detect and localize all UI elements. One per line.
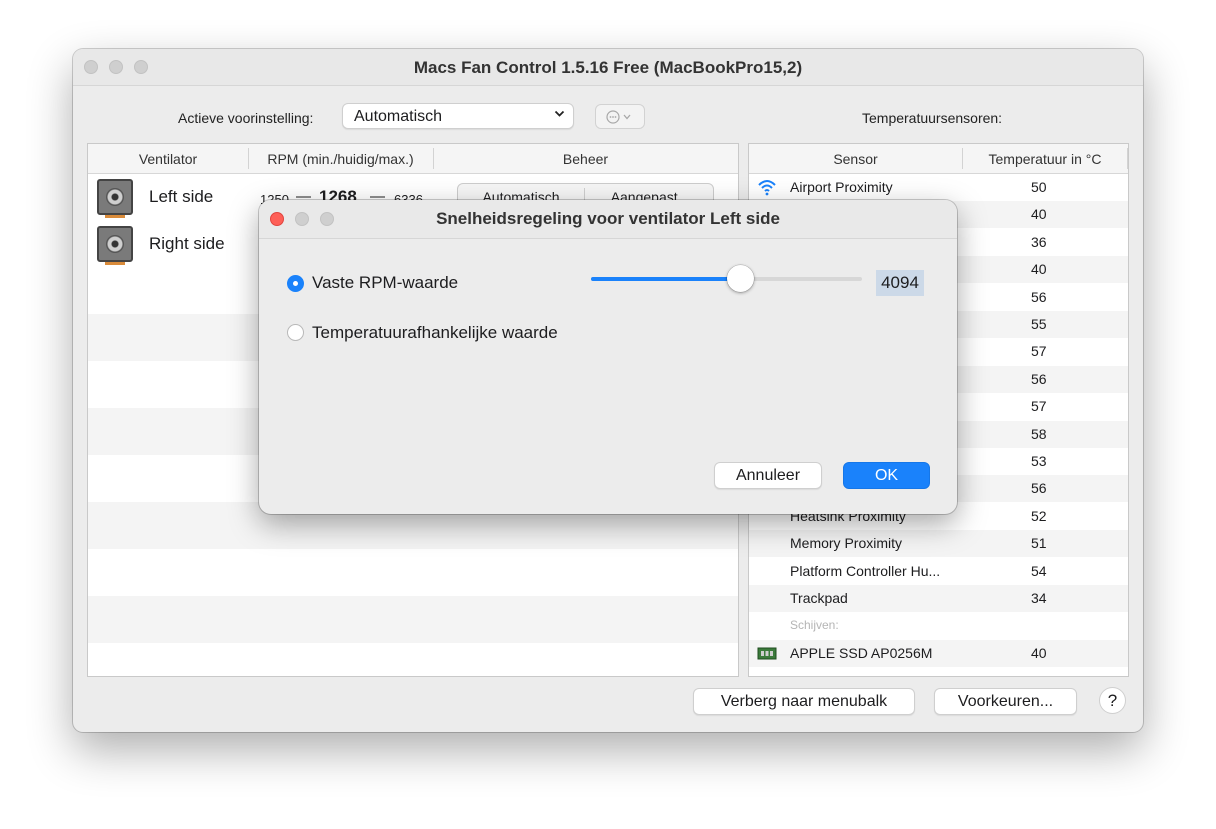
sensor-temperature: 56 — [1031, 370, 1047, 387]
sensor-temperature: 56 — [1031, 480, 1047, 497]
dialog-titlebar[interactable]: Snelheidsregeling voor ventilator Left s… — [259, 200, 957, 239]
sensor-row[interactable]: APPLE SSD AP0256M 40 — [749, 639, 1128, 667]
column-beheer[interactable]: Beheer — [433, 151, 738, 167]
sensor-name: Platform Controller Hu... — [790, 562, 941, 579]
column-sensor[interactable]: Sensor — [749, 151, 962, 167]
help-button[interactable]: ? — [1099, 687, 1126, 714]
window-title: Macs Fan Control 1.5.16 Free (MacBookPro… — [413, 58, 803, 77]
chevron-down-icon — [554, 108, 565, 122]
rpm-slider[interactable] — [591, 265, 862, 292]
cancel-button[interactable]: Annuleer — [714, 462, 822, 489]
sensor-group-row: Schijven: — [749, 612, 1128, 639]
sensor-temperature: 57 — [1031, 343, 1047, 360]
fixed-rpm-radio[interactable] — [287, 275, 304, 292]
preset-value: Automatisch — [354, 108, 443, 125]
column-ventilator[interactable]: Ventilator — [88, 151, 248, 167]
ssd-icon — [757, 647, 777, 660]
sensor-name: Memory Proximity — [790, 535, 903, 552]
sensor-temperature: 34 — [1031, 590, 1047, 606]
ellipsis-circle-icon — [606, 110, 631, 124]
window-titlebar[interactable]: Macs Fan Control 1.5.16 Free (MacBookPro… — [73, 49, 1143, 86]
sensor-name: Airport Proximity — [790, 179, 893, 195]
sensor-temperature: 53 — [1031, 453, 1047, 469]
temperature-based-label[interactable]: Temperatuurafhankelijke waarde — [312, 323, 558, 343]
fan-name: Left side — [149, 187, 214, 206]
column-temperature[interactable]: Temperatuur in °C — [962, 151, 1128, 167]
sensor-temperature: 40 — [1031, 261, 1047, 278]
sensor-row[interactable]: Airport Proximity 50 — [749, 174, 1128, 201]
hide-to-menubar-button[interactable]: Verberg naar menubalk — [693, 688, 915, 715]
sensor-row[interactable]: Platform Controller Hu... 54 — [749, 558, 1128, 585]
fixed-rpm-label[interactable]: Vaste RPM-waarde — [312, 273, 458, 293]
disks-group-label: Schijven: — [790, 618, 839, 633]
fan-speed-dialog: Snelheidsregeling voor ventilator Left s… — [259, 200, 957, 514]
temperature-based-radio[interactable] — [287, 324, 304, 341]
rpm-value-field[interactable]: 4094 — [876, 270, 924, 296]
sensor-temperature: 40 — [1031, 206, 1047, 223]
rpm-slider-fill — [591, 277, 741, 281]
sensor-name: Trackpad — [790, 590, 848, 606]
sensor-temperature: 50 — [1031, 179, 1047, 195]
fan-icon — [97, 226, 133, 265]
dialog-title: Snelheidsregeling voor ventilator Left s… — [436, 209, 780, 228]
sensor-temperature: 58 — [1031, 425, 1047, 442]
fan-name: Right side — [149, 234, 225, 253]
sensor-row[interactable]: Memory Proximity 51 — [749, 530, 1128, 558]
fan-icon — [97, 179, 133, 218]
ok-button[interactable]: OK — [843, 462, 930, 489]
wifi-icon — [758, 180, 776, 196]
sensor-temperature: 55 — [1031, 316, 1047, 332]
sensor-temperature: 57 — [1031, 398, 1047, 415]
preset-more-button[interactable] — [595, 104, 645, 129]
sensor-temperature: 54 — [1031, 562, 1047, 579]
sensors-title: Temperatuursensoren: — [862, 110, 1003, 126]
sensor-temperature: 51 — [1031, 535, 1047, 552]
sensor-temperature: 40 — [1031, 644, 1047, 661]
rpm-slider-knob[interactable] — [726, 265, 754, 292]
sensor-temperature: 52 — [1031, 507, 1047, 524]
sensor-temperature: 56 — [1031, 288, 1047, 305]
row-stripe — [88, 596, 738, 643]
preset-select[interactable]: Automatisch — [342, 103, 574, 129]
preset-label: Actieve voorinstelling: — [178, 110, 314, 126]
fan-table-header: Ventilator RPM (min./huidig/max.) Beheer — [88, 144, 738, 174]
column-rpm[interactable]: RPM (min./huidig/max.) — [248, 151, 433, 167]
sensor-name: APPLE SSD AP0256M — [790, 644, 933, 661]
sensor-table-header: Sensor Temperatuur in °C — [749, 144, 1128, 174]
sensor-temperature: 36 — [1031, 233, 1047, 250]
preferences-button[interactable]: Voorkeuren... — [934, 688, 1077, 715]
sensor-row[interactable]: Trackpad 34 — [749, 585, 1128, 612]
column-separator — [1127, 148, 1128, 169]
